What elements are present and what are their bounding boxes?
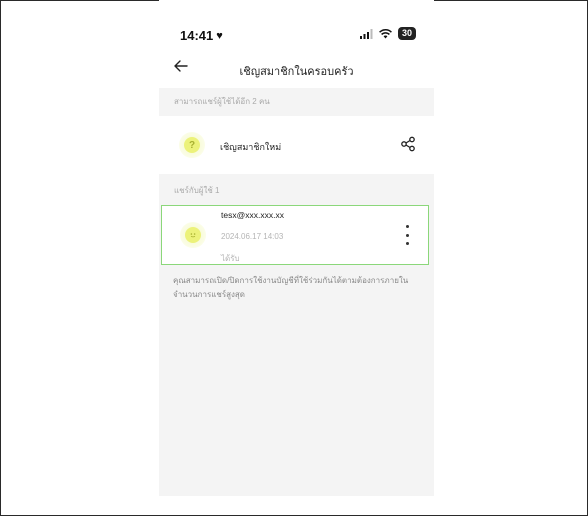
signal-icon — [359, 28, 373, 39]
status-time: 14:41 ♥ — [180, 28, 223, 43]
shared-section-label: แชร์กับผู้ใช้ 1 — [174, 186, 220, 195]
invite-avatar: ? — [179, 132, 205, 158]
user-avatar-icon — [185, 227, 201, 243]
status-bar: 14:41 ♥ 30 — [159, 0, 434, 50]
invite-new-member-row[interactable]: ? เชิญสมาชิกใหม่ — [159, 116, 434, 174]
status-icons: 30 — [359, 27, 416, 40]
member-status: ได้รับ — [221, 254, 240, 263]
nav-bar: เชิญสมาชิกในครอบครัว — [159, 50, 434, 88]
member-email: tesx@xxx.xxx.xx — [221, 210, 284, 220]
heart-icon: ♥ — [216, 29, 223, 42]
question-icon: ? — [184, 137, 200, 153]
kebab-menu-icon[interactable] — [404, 225, 410, 245]
wifi-icon — [379, 28, 392, 38]
member-date: 2024.06.17 14:03 — [221, 232, 284, 241]
share-icon[interactable] — [400, 136, 416, 152]
member-avatar — [180, 222, 206, 248]
invite-section-label: สามารถแชร์ผู้ใช้ได้อีก 2 คน — [174, 97, 270, 106]
phone-screen: 14:41 ♥ 30 เชิญสมาชิกในครอบครัว สามารถแช… — [159, 0, 434, 496]
member-card[interactable]: tesx@xxx.xxx.xx 2024.06.17 14:03 ได้รับ — [161, 205, 429, 265]
info-note: คุณสามารถเปิด/ปิดการใช้งานบัญชีที่ใช้ร่ว… — [173, 276, 409, 299]
battery-icon: 30 — [397, 27, 416, 40]
page-title: เชิญสมาชิกในครอบครัว — [239, 66, 354, 78]
status-time-text: 14:41 — [180, 28, 214, 43]
invite-new-member-label: เชิญสมาชิกใหม่ — [220, 142, 282, 152]
